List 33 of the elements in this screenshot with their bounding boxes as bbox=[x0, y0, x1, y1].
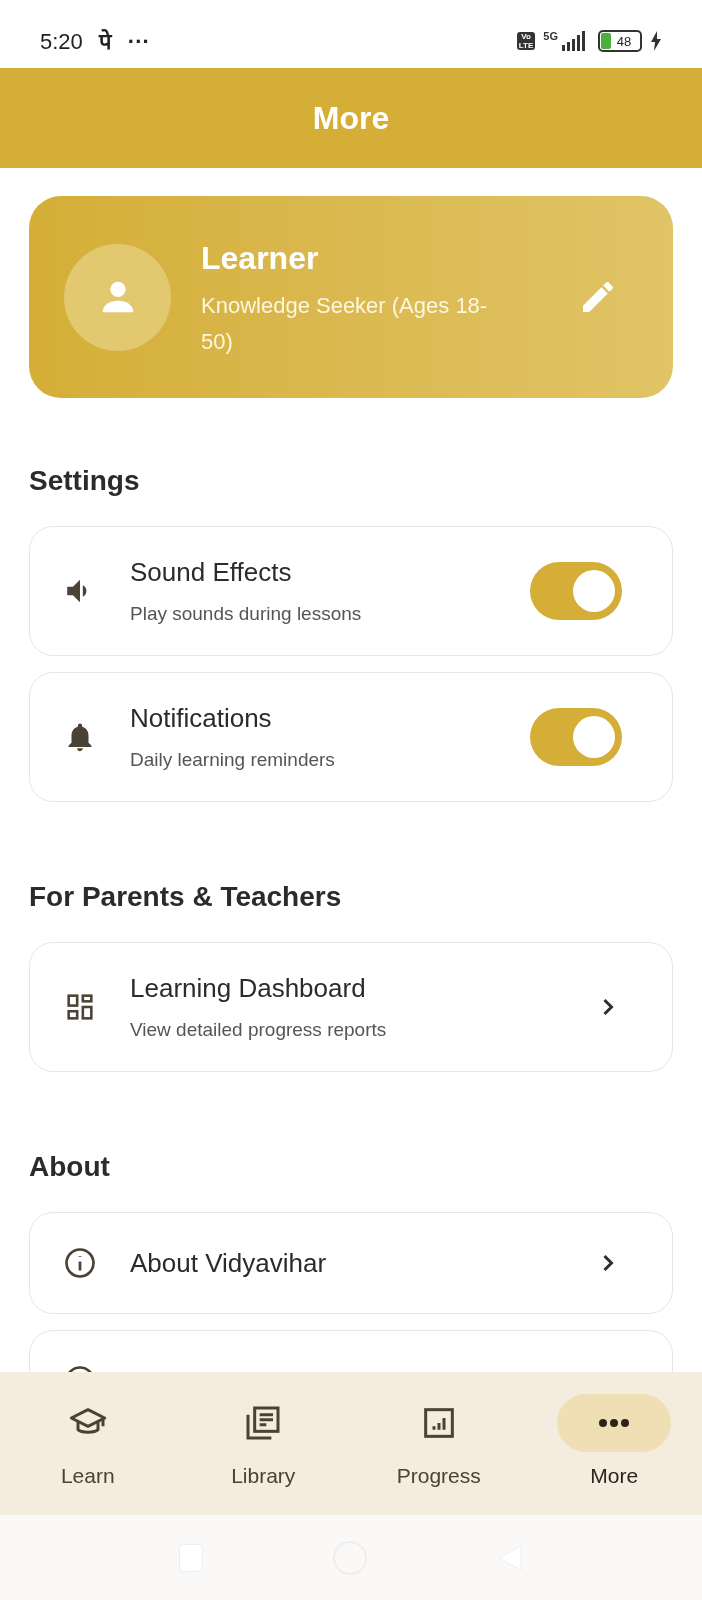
nav-tab[interactable]: Library bbox=[175, 1394, 351, 1515]
section-heading: For Parents & Teachers bbox=[29, 880, 343, 914]
item-subtitle: View detailed progress reports bbox=[130, 1018, 388, 1043]
item-title: Sound Effects bbox=[130, 556, 293, 590]
page-title: More bbox=[312, 99, 390, 138]
item-subtitle: Play sounds during lessons bbox=[130, 602, 363, 627]
toggle-switch[interactable] bbox=[530, 562, 622, 620]
info-icon bbox=[62, 1245, 98, 1281]
battery-indicator: 48 bbox=[598, 30, 642, 52]
item-title: About Vidyavihar bbox=[130, 1246, 328, 1280]
volte-badge: Vo LTE bbox=[516, 32, 536, 50]
more-icon bbox=[597, 1418, 632, 1428]
nav-tab[interactable]: More bbox=[526, 1394, 702, 1515]
item-title: Notifications bbox=[130, 702, 273, 736]
section-heading: Settings bbox=[29, 464, 141, 498]
signal-icon bbox=[560, 31, 586, 51]
settings-card[interactable]: Sound Effects Play sounds during lessons bbox=[29, 526, 673, 656]
profile-name: Learner bbox=[201, 239, 320, 278]
section-heading: About bbox=[29, 1150, 111, 1184]
settings-card[interactable]: Notifications Daily learning reminders bbox=[29, 672, 673, 802]
settings-card[interactable]: Learning Dashboard View detailed progress reports bbox=[29, 942, 673, 1072]
notification-glyph: पे bbox=[98, 27, 112, 56]
nav-tab[interactable]: Progress bbox=[351, 1394, 527, 1515]
item-title: Learning Dashboard bbox=[130, 972, 367, 1006]
more-notifications: ··· bbox=[127, 27, 150, 56]
item-subtitle: Daily learning reminders bbox=[130, 748, 336, 773]
profile-subtitle: Knowledge Seeker (Ages 18-50) bbox=[201, 292, 489, 356]
network-label: 5G bbox=[543, 31, 558, 42]
nav-tab[interactable]: Learn bbox=[0, 1394, 176, 1515]
charging-icon bbox=[650, 31, 662, 51]
status-time: 5:20 bbox=[40, 27, 83, 56]
settings-card[interactable]: About Vidyavihar bbox=[29, 1212, 673, 1314]
toggle-switch[interactable] bbox=[530, 708, 622, 766]
